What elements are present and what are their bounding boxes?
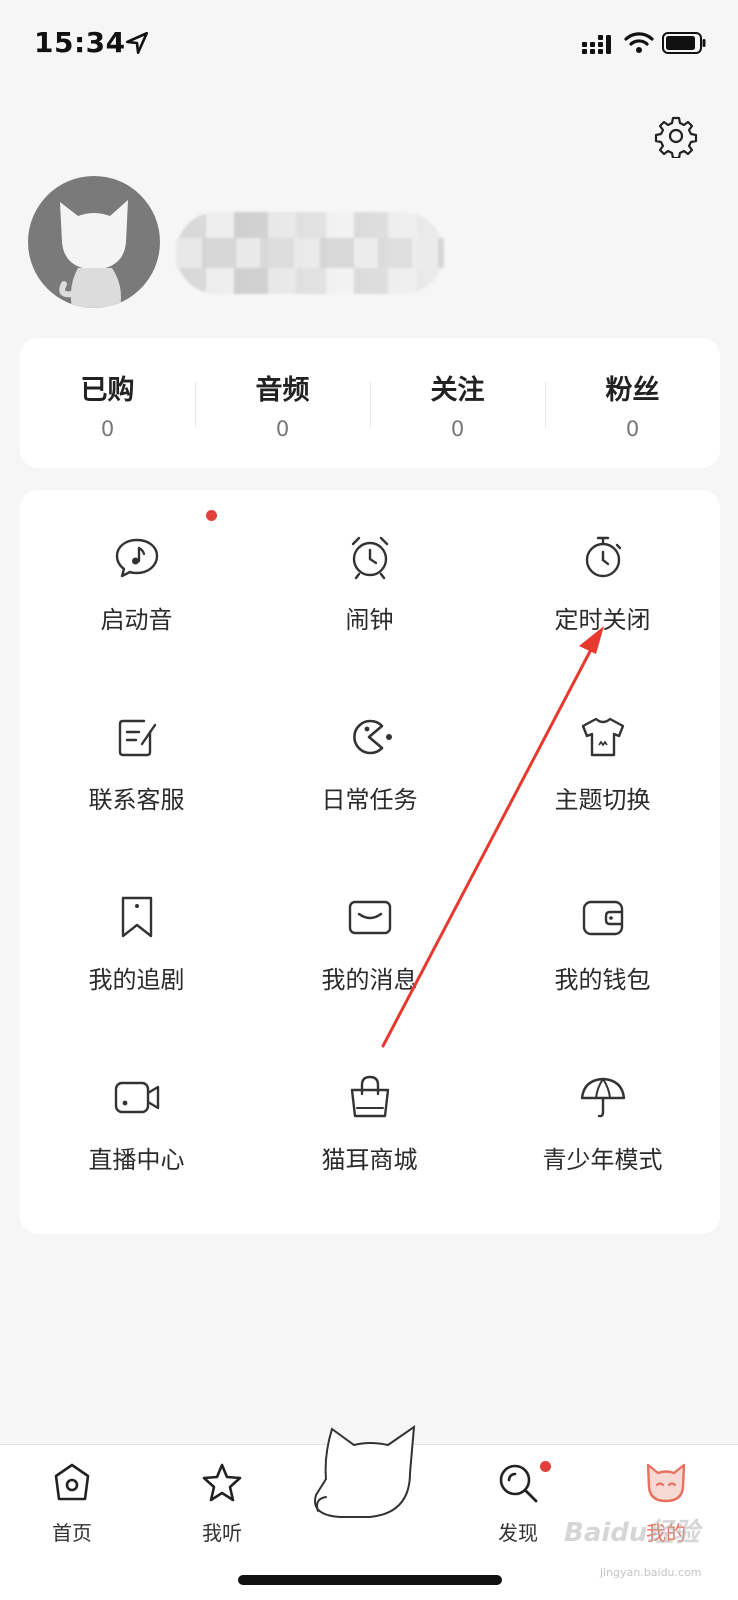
username-blurred: [176, 212, 444, 294]
menu-item-theme-switch[interactable]: 主题切换: [486, 670, 719, 830]
menu-item-label: 我的消息: [321, 966, 418, 994]
edit-note-icon: [118, 719, 157, 757]
chat-music-icon: [115, 538, 159, 578]
location-arrow-icon: [125, 31, 149, 55]
feature-grid: 启动音 闹钟 定时关闭 联系客服 日常任务 主题切换 我的追剧 我的消息 我的钱…: [20, 490, 720, 1234]
wifi-icon: [624, 32, 654, 53]
stat-label: 音频: [255, 375, 310, 406]
avatar[interactable]: [28, 176, 160, 308]
menu-item-live-center[interactable]: 直播中心: [20, 1030, 253, 1190]
badge-dot: [540, 1461, 551, 1472]
bookmark-icon: [121, 896, 153, 938]
menu-item-label: 主题切换: [554, 786, 651, 814]
stat-label: 已购: [80, 375, 135, 406]
shopping-bag-icon: [350, 1075, 390, 1118]
menu-item-my-wallet[interactable]: 我的钱包: [486, 850, 719, 1010]
menu-item-label: 定时关闭: [554, 606, 651, 634]
tab-discover[interactable]: 发现: [468, 1461, 568, 1546]
menu-item-label: 直播中心: [88, 1146, 185, 1174]
wallet-icon: [582, 900, 624, 936]
stopwatch-icon: [585, 536, 622, 578]
tab-listen[interactable]: 我听: [172, 1461, 272, 1546]
badge-dot: [206, 510, 217, 521]
home-indicator[interactable]: [238, 1575, 502, 1585]
envelope-icon: [348, 900, 392, 935]
tab-label: 首页: [52, 1521, 92, 1545]
battery-icon: [662, 32, 706, 54]
menu-item-label: 启动音: [100, 606, 173, 634]
stat-label: 粉丝: [605, 375, 660, 406]
menu-item-teen-mode[interactable]: 青少年模式: [486, 1030, 719, 1190]
menu-item-label: 闹钟: [345, 606, 394, 634]
menu-item-startup-sound[interactable]: 启动音: [20, 490, 253, 650]
status-bar: 15:34: [0, 0, 738, 90]
star-icon: [202, 1463, 242, 1502]
status-time: 15:34: [34, 26, 126, 59]
tab-home[interactable]: 首页: [22, 1461, 122, 1546]
cat-avatar-icon: [59, 200, 128, 308]
cellular-signal-icon: [582, 35, 611, 54]
cat-face-icon: [646, 1463, 686, 1503]
stat-value: 0: [450, 417, 465, 441]
menu-item-maoer-mall[interactable]: 猫耳商城: [253, 1030, 486, 1190]
stat-audio[interactable]: 音频 0: [195, 338, 370, 468]
discover-search-icon: [499, 1464, 538, 1503]
stat-value: 0: [625, 417, 640, 441]
menu-item-my-messages[interactable]: 我的消息: [253, 850, 486, 1010]
stat-purchased[interactable]: 已购 0: [20, 338, 195, 468]
menu-item-label: 我的钱包: [554, 966, 651, 994]
tab-label: 发现: [498, 1521, 538, 1545]
tab-label: 我听: [202, 1521, 242, 1545]
center-cat-button-icon[interactable]: [310, 1425, 428, 1525]
menu-item-alarm[interactable]: 闹钟: [253, 490, 486, 650]
menu-item-sleep-timer[interactable]: 定时关闭: [486, 490, 719, 650]
tshirt-icon: [581, 717, 625, 757]
menu-item-my-series[interactable]: 我的追剧: [20, 850, 253, 1010]
stat-label: 关注: [430, 375, 485, 406]
menu-item-label: 联系客服: [88, 786, 185, 814]
stat-fans[interactable]: 粉丝 0: [545, 338, 720, 468]
home-icon: [54, 1463, 90, 1501]
video-camera-icon: [114, 1081, 160, 1114]
menu-item-label: 日常任务: [321, 786, 418, 814]
menu-item-label: 我的追剧: [88, 966, 185, 994]
stats-card: 已购 0 音频 0 关注 0 粉丝 0: [20, 338, 720, 468]
pacman-icon: [353, 719, 392, 755]
menu-item-daily-tasks[interactable]: 日常任务: [253, 670, 486, 830]
settings-gear-icon[interactable]: [654, 114, 698, 158]
menu-item-label: 猫耳商城: [321, 1146, 418, 1174]
alarm-clock-icon: [351, 536, 389, 580]
menu-item-customer-service[interactable]: 联系客服: [20, 670, 253, 830]
menu-item-label: 青少年模式: [542, 1146, 663, 1174]
stat-value: 0: [100, 417, 115, 441]
umbrella-icon: [580, 1077, 626, 1118]
stat-following[interactable]: 关注 0: [370, 338, 545, 468]
watermark-text: Baidu经验: [564, 1518, 700, 1548]
watermark-url: jingyan.baidu.com: [600, 1566, 702, 1579]
stat-value: 0: [275, 417, 290, 441]
